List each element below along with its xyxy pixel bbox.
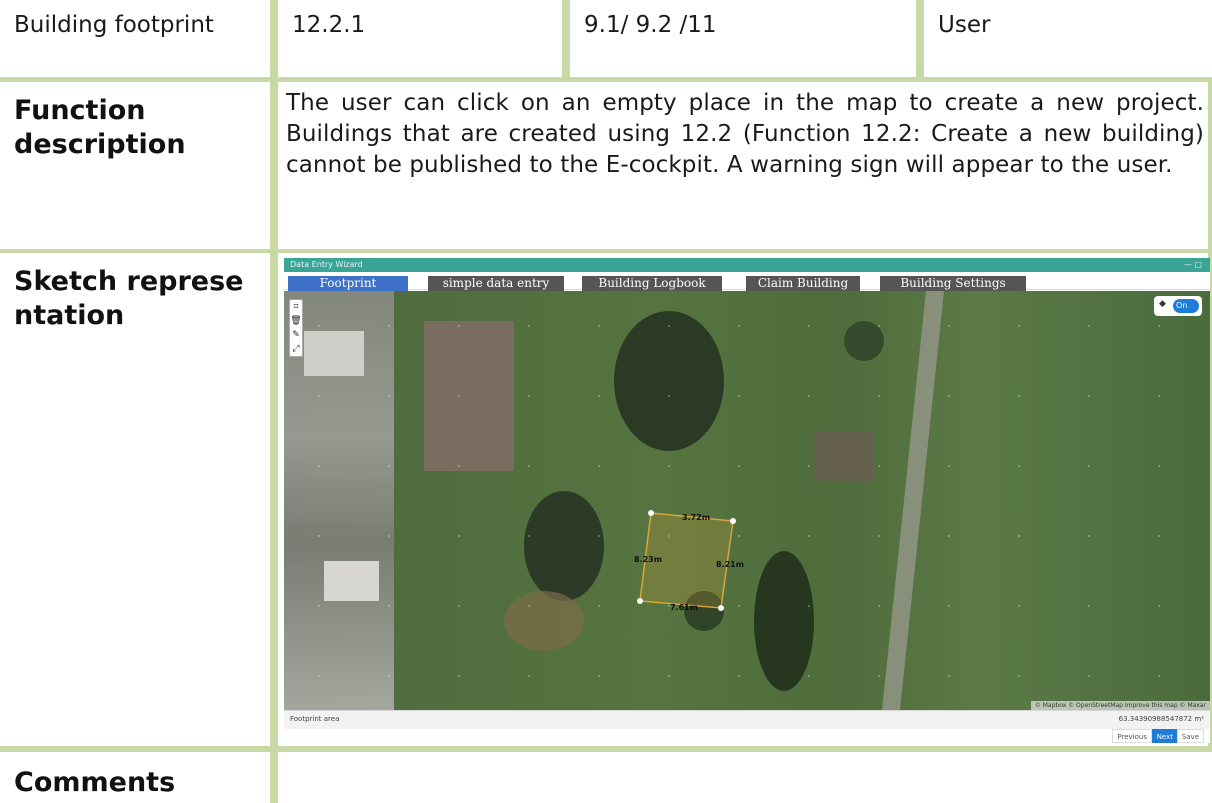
window-controls[interactable]: — □ [1184,258,1202,272]
vertex-handle[interactable] [730,518,736,524]
layer-toggle[interactable]: ◆ On [1154,296,1202,316]
vertex-handle[interactable] [637,598,643,604]
map-attribution[interactable]: © Mapbox © OpenStreetMap Improve this ma… [1030,701,1210,710]
wizard-tabs: Footprint simple data entry Building Log… [284,272,1210,291]
sketch-representation-label: Sketch representation [0,253,270,746]
column-divider [562,0,570,77]
function-id: 12.2.1 [292,12,366,38]
window-title: Data Entry Wizard [290,260,363,269]
tab-building-logbook[interactable]: Building Logbook [582,276,722,291]
next-button[interactable]: Next [1151,729,1178,743]
edit-icon[interactable]: ✎ [290,328,302,342]
tab-claim-building[interactable]: Claim Building [746,276,860,291]
edge-length-right: 8.21m [716,560,745,569]
pin-icon: ◆ [1159,299,1166,309]
edge-length-bottom: 7.61m [670,603,699,612]
vertex-handle[interactable] [718,605,724,611]
row-divider [0,249,1212,253]
comments-value [278,752,1212,803]
save-button[interactable]: Save [1176,729,1204,743]
cell-building-footprint: Building footprint [0,0,270,77]
footprint-polygon-layer [637,510,736,611]
row-divider [0,746,1212,752]
footprint-area-bar: Footprint area 63.34390988547872 m² [284,710,1210,729]
footprint-area-label: Footprint area [290,715,340,723]
function-name: Building footprint [14,12,214,38]
edge-length-left: 8.23m [634,555,663,564]
trash-icon[interactable]: 🗑 [290,314,302,328]
toggle-switch[interactable]: On [1173,299,1199,313]
previous-button[interactable]: Previous [1112,729,1152,743]
satellite-map[interactable]: 3.72m 8.23m 8.21m 7.61m ⌗ 🗑 ✎ ⤢ ◆ On © M… [284,291,1210,710]
sketch-screenshot: Data Entry Wizard — □ Footprint simple d… [284,258,1210,743]
split-icon[interactable]: ⤢ [290,342,302,356]
edge-length-top: 3.72m [682,513,711,522]
tab-footprint[interactable]: Footprint [288,276,408,291]
vertex-handle[interactable] [648,510,654,516]
polygon-icon[interactable]: ⌗ [290,300,302,314]
wizard-buttons: Previous Next Save [284,729,1210,743]
cell-reference: 9.1/ 9.2 /11 [570,0,916,77]
function-description-text: The user can click on an empty place in … [278,82,1212,249]
tab-building-settings[interactable]: Building Settings [880,276,1026,291]
window-title-bar: Data Entry Wizard — □ [284,258,1210,272]
row-divider [0,77,1212,82]
column-divider [916,0,924,77]
comments-label: Comments [0,752,270,803]
function-description-label: Function description [0,82,270,249]
column-divider [270,0,278,803]
footprint-area-value: 63.34390988547872 m² [1118,715,1204,723]
cell-function-id: 12.2.1 [278,0,562,77]
draw-toolbar: ⌗ 🗑 ✎ ⤢ [289,299,303,357]
reference-ids: 9.1/ 9.2 /11 [584,12,717,38]
sketch-label-text: Sketch representation [14,266,244,331]
cell-actor: User [924,0,1212,77]
actor: User [938,12,991,38]
tab-simple-data-entry[interactable]: simple data entry [428,276,564,291]
